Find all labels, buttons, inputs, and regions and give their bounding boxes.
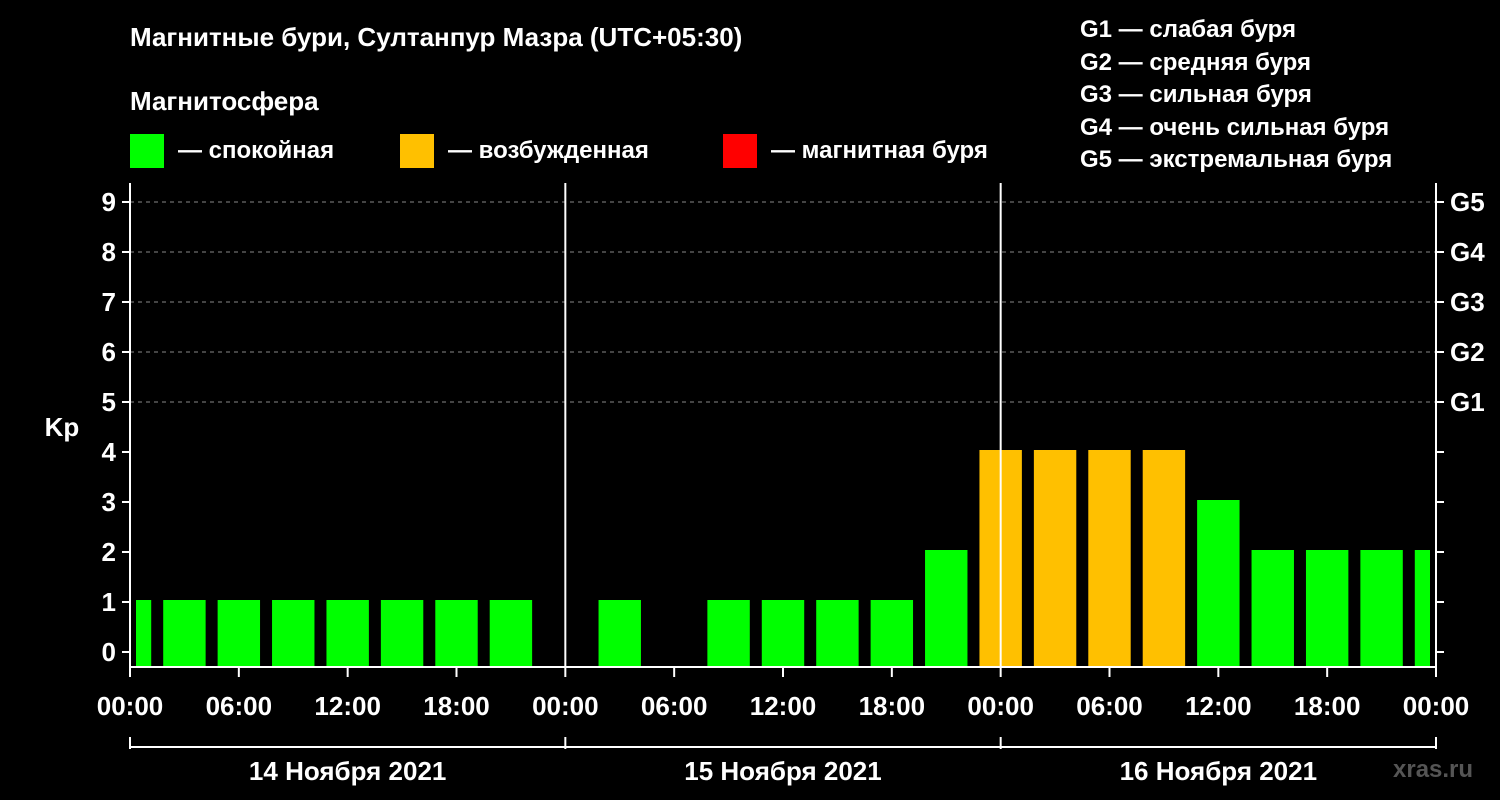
y-tick-label-3: 3 <box>102 487 116 517</box>
y-tick-label-2: 2 <box>102 537 116 567</box>
bar-22 <box>1414 550 1430 667</box>
bar-16 <box>1088 450 1131 667</box>
bar-1 <box>163 600 206 667</box>
bar-17 <box>1142 450 1186 667</box>
kp-bar-chart: 0 1 2 3 4 5 6 7 8 9 G1 G2 G3 G4 G5 Kp 00:00 06:00 12:00 18:… <box>45 183 1485 786</box>
y-axis-label: Kp <box>45 412 80 442</box>
bar-11 <box>816 600 859 667</box>
g-label-G3: G3 <box>1450 287 1485 317</box>
bar-7 <box>489 600 533 667</box>
g-label-G5: G5 <box>1450 187 1485 217</box>
x-tick-label-3: 18:00 <box>423 691 490 721</box>
date-label-0: 14 Ноября 2021 <box>249 756 446 786</box>
x-tick-label-12: 00:00 <box>1403 691 1470 721</box>
date-label-2: 16 Ноября 2021 <box>1120 756 1317 786</box>
bar-10 <box>761 600 805 667</box>
y-tick-label-6: 6 <box>102 337 116 367</box>
bar-19 <box>1251 550 1294 667</box>
x-tick-label-10: 12:00 <box>1185 691 1252 721</box>
y-tick-label-9: 9 <box>102 187 116 217</box>
y-tick-label-4: 4 <box>102 437 117 467</box>
y-tick-label-8: 8 <box>102 237 116 267</box>
g-label-G4: G4 <box>1450 237 1485 267</box>
x-tick-label-1: 06:00 <box>206 691 273 721</box>
x-tick-label-5: 06:00 <box>641 691 708 721</box>
y-tick-label-7: 7 <box>102 287 116 317</box>
watermark: xras.ru <box>1393 756 1474 783</box>
y-tick-label-1: 1 <box>102 587 116 617</box>
x-tick-label-8: 00:00 <box>967 691 1034 721</box>
x-tick-label-6: 12:00 <box>750 691 817 721</box>
bar-20 <box>1305 550 1349 667</box>
bar-3 <box>272 600 315 667</box>
bar-12 <box>870 600 914 667</box>
x-tick-label-2: 12:00 <box>314 691 381 721</box>
x-tick-label-11: 18:00 <box>1294 691 1361 721</box>
x-tick-label-7: 18:00 <box>859 691 926 721</box>
bar-13 <box>925 550 968 667</box>
bar-6 <box>435 600 478 667</box>
x-tick-label-0: 00:00 <box>97 691 164 721</box>
bar-4 <box>326 600 369 667</box>
bar-2 <box>217 600 261 667</box>
bar-21 <box>1360 550 1403 667</box>
bar-15 <box>1033 450 1077 667</box>
y-tick-label-0: 0 <box>102 637 116 667</box>
bar-0 <box>136 600 152 667</box>
g-label-G1: G1 <box>1450 387 1485 417</box>
g-label-G2: G2 <box>1450 337 1485 367</box>
bar-18 <box>1197 500 1240 667</box>
date-label-1: 15 Ноября 2021 <box>684 756 881 786</box>
bar-5 <box>380 600 424 667</box>
y-tick-label-5: 5 <box>102 387 116 417</box>
x-tick-label-4: 00:00 <box>532 691 599 721</box>
bar-8 <box>598 600 641 667</box>
bar-9 <box>707 600 750 667</box>
x-tick-label-9: 06:00 <box>1076 691 1143 721</box>
